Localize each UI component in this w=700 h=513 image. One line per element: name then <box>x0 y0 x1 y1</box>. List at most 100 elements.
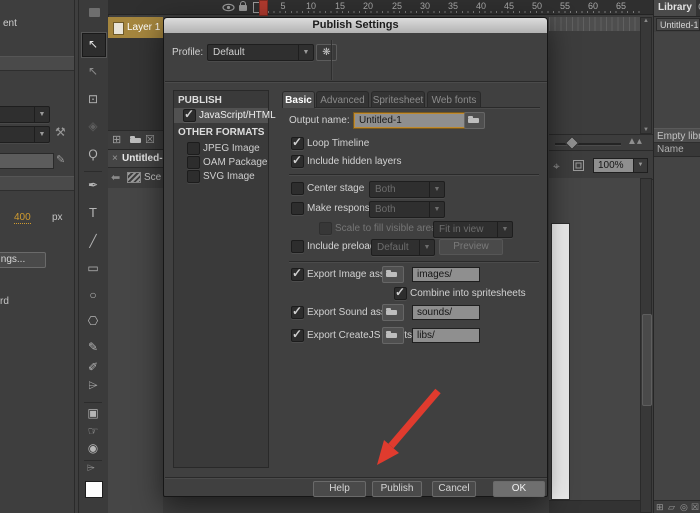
timeline-zoom-slider-thumb[interactable] <box>565 136 579 150</box>
polystar-tool-icon[interactable]: ⎔ <box>82 314 104 328</box>
3d-rotation-tool-icon[interactable]: ◈ <box>82 119 104 133</box>
svg-image-checkbox[interactable] <box>187 170 200 183</box>
dialog-titlebar[interactable]: Publish Settings <box>164 18 547 33</box>
cancel-button[interactable]: Cancel <box>432 481 476 497</box>
oam-package-checkbox[interactable] <box>187 156 200 169</box>
export-image-assets-checkbox[interactable] <box>291 268 304 281</box>
center-stage-crosshair-icon[interactable]: ⌖ <box>553 159 560 174</box>
line-tool-icon[interactable]: ╱ <box>82 234 104 248</box>
pencil-tool-icon[interactable]: ✎ <box>82 340 104 354</box>
layer-row-selected[interactable]: Layer 1 <box>108 17 163 39</box>
hand-tool-icon[interactable]: ☞ <box>82 424 104 438</box>
stage-vscrollbar-thumb[interactable] <box>642 314 652 406</box>
help-button[interactable]: Help <box>313 481 366 497</box>
ok-button[interactable]: OK <box>493 481 545 497</box>
pencil-edit-icon[interactable]: ✎ <box>56 153 65 166</box>
stage-canvas-edge[interactable] <box>551 223 570 500</box>
output-folder-button[interactable] <box>464 112 485 129</box>
export-createjs-assets-checkbox[interactable] <box>291 329 304 342</box>
stage-vscrollbar[interactable] <box>640 178 652 513</box>
document-tab[interactable]: × Untitled-1 <box>108 150 163 168</box>
fill-sampler-icon[interactable]: ⌲ <box>87 463 95 474</box>
stage-zoom-dropdown-button[interactable]: ▼ <box>633 158 648 173</box>
pen-tool-icon[interactable]: ✒ <box>82 178 104 192</box>
eye-visibility-icon[interactable] <box>222 3 235 12</box>
properties-section-header-2[interactable] <box>0 176 74 191</box>
settings-tab-advanced[interactable]: Advanced <box>316 91 369 108</box>
scale-to-fill-dropdown[interactable]: Fit in view ▼ <box>433 221 513 238</box>
export-image-path-field[interactable]: images/ <box>412 267 480 282</box>
format-row-oam[interactable]: OAM Package <box>174 155 268 169</box>
free-transform-tool-icon[interactable]: ⊡ <box>82 92 104 106</box>
settings-tab-basic[interactable]: Basic <box>282 91 315 108</box>
library-list-area[interactable] <box>654 157 700 500</box>
new-folder-icon[interactable] <box>127 133 140 144</box>
export-createjs-path-field[interactable]: libs/ <box>412 328 480 343</box>
zoom-tool-icon[interactable]: ◉ <box>82 441 104 455</box>
tab-close-icon[interactable]: × <box>112 153 118 164</box>
wrench-icon[interactable]: ⚒ <box>55 125 66 139</box>
scroll-up-icon[interactable]: ▲ <box>643 18 649 24</box>
stage-hscrollbar-track[interactable] <box>549 500 640 513</box>
delete-layer-trash-icon[interactable]: ☒ <box>145 133 155 146</box>
tab-library[interactable]: Library <box>654 0 696 16</box>
settings-tab-spritesheet[interactable]: Spritesheet <box>371 91 425 108</box>
layer-name[interactable]: Layer 1 <box>127 22 160 33</box>
loop-timeline-checkbox[interactable] <box>291 137 304 150</box>
lock-icon[interactable] <box>239 5 247 11</box>
format-row-svg[interactable]: SVG Image <box>174 169 268 183</box>
make-responsive-dropdown[interactable]: Both ▼ <box>369 201 445 218</box>
timeline-frames-grid[interactable] <box>549 17 640 32</box>
lasso-tool-icon[interactable]: Ϙ <box>82 147 104 161</box>
library-trash-icon[interactable]: ☒ <box>691 502 699 513</box>
publish-button[interactable]: Publish <box>372 481 422 497</box>
text-tool-icon[interactable]: T <box>82 206 104 220</box>
library-new-folder-icon[interactable]: ▱ <box>668 502 675 513</box>
settings-tab-web-fonts[interactable]: Web fonts <box>427 91 481 108</box>
include-preloader-checkbox[interactable] <box>291 240 304 253</box>
frame-size-mountain-icon[interactable]: ▲▴ <box>627 136 642 147</box>
properties-dropdown-2[interactable]: ▼ <box>0 126 50 143</box>
library-new-symbol-icon[interactable]: ⊞ <box>656 502 664 513</box>
jpeg-image-checkbox[interactable] <box>187 142 200 155</box>
panel-collapse-button[interactable] <box>89 8 100 17</box>
timeline-ruler[interactable]: 5 10 15 20 25 30 35 40 45 50 55 60 65 <box>108 0 653 15</box>
oval-tool-icon[interactable]: ○ <box>82 288 104 302</box>
include-hidden-layers-checkbox[interactable] <box>291 155 304 168</box>
properties-dropdown-1[interactable]: ▼ <box>0 106 50 123</box>
properties-text-field[interactable] <box>0 153 54 169</box>
document-tab-title[interactable]: Untitled-1 <box>122 153 168 164</box>
center-stage-dropdown[interactable]: Both ▼ <box>369 181 445 198</box>
export-sound-folder-button[interactable] <box>382 304 404 321</box>
library-properties-icon[interactable]: ◎ <box>680 502 688 513</box>
playhead-marker[interactable] <box>259 0 268 16</box>
stage-width-value[interactable]: 400 <box>14 212 31 224</box>
camera-tool-icon[interactable]: ▣ <box>82 406 104 420</box>
rectangle-tool-icon[interactable]: ▭ <box>82 261 104 275</box>
scene-name-fragment[interactable]: Sce <box>144 172 161 183</box>
export-image-folder-button[interactable] <box>382 266 404 283</box>
brush-tool-icon[interactable]: ✐ <box>82 360 104 374</box>
new-layer-icon[interactable]: ⊞ <box>112 133 121 146</box>
combine-spritesheets-checkbox[interactable] <box>394 287 407 300</box>
scroll-down-icon[interactable]: ▼ <box>643 127 649 133</box>
back-arrow-icon[interactable]: ⬅ <box>111 171 120 184</box>
clip-content-icon[interactable] <box>573 160 584 171</box>
export-sound-assets-checkbox[interactable] <box>291 306 304 319</box>
preview-button[interactable]: Preview <box>439 239 503 255</box>
selection-tool-icon[interactable]: ↖ <box>82 37 104 51</box>
fill-color-swatch[interactable] <box>85 481 103 498</box>
export-sound-path-field[interactable]: sounds/ <box>412 305 480 320</box>
output-name-field[interactable]: Untitled-1 <box>354 113 465 128</box>
profile-options-button[interactable]: ❋ <box>316 44 337 61</box>
export-createjs-folder-button[interactable] <box>382 327 404 344</box>
make-responsive-checkbox[interactable] <box>291 202 304 215</box>
center-stage-checkbox[interactable] <box>291 182 304 195</box>
stage-zoom-field[interactable]: 100% <box>593 158 637 173</box>
scale-to-fill-checkbox[interactable] <box>319 222 332 235</box>
preloader-dropdown[interactable]: Default ▼ <box>371 239 435 256</box>
library-name-column-header[interactable]: Name <box>654 143 700 157</box>
timeline-vscrollbar[interactable]: ▲ ▼ <box>640 17 652 134</box>
library-document-dropdown[interactable]: Untitled-1 <box>656 18 700 31</box>
timeline-layers-area[interactable] <box>108 38 163 130</box>
